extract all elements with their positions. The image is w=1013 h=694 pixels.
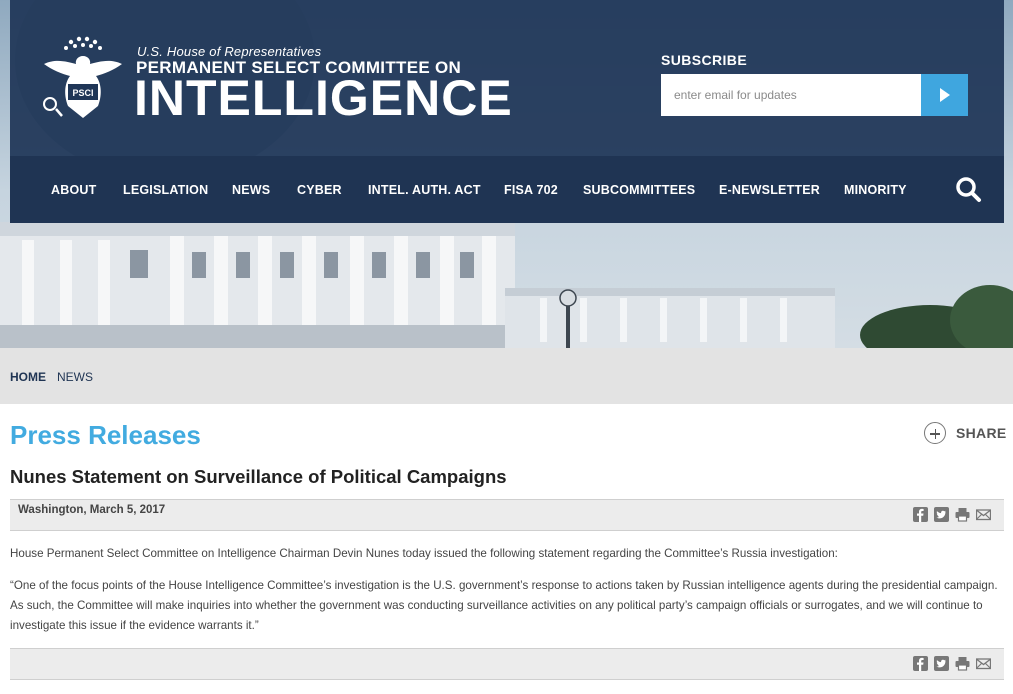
print-icon[interactable] — [955, 656, 970, 671]
share-tools-bottom — [913, 656, 991, 671]
breadcrumb — [0, 348, 1013, 404]
share-button[interactable]: SHARE — [924, 422, 1007, 444]
print-icon[interactable] — [955, 507, 970, 522]
nav-intel-auth-act[interactable]: INTEL. AUTH. ACT — [368, 183, 481, 197]
play-arrow-icon — [939, 88, 950, 102]
article-paragraph: House Permanent Select Committee on Inte… — [10, 547, 838, 560]
email-icon[interactable] — [976, 507, 991, 522]
article-footer-bar — [10, 648, 1004, 680]
nav-about[interactable]: ABOUT — [51, 183, 96, 197]
plus-circle-icon — [924, 422, 946, 444]
share-label: SHARE — [956, 425, 1007, 441]
nav-fisa-702[interactable]: FISA 702 — [504, 183, 558, 197]
nav-minority[interactable]: MINORITY — [844, 183, 907, 197]
facebook-icon[interactable] — [913, 656, 928, 671]
subscribe-submit-button[interactable] — [921, 74, 968, 116]
svg-text:PSCI: PSCI — [72, 88, 93, 98]
twitter-icon[interactable] — [934, 656, 949, 671]
nav-news[interactable]: NEWS — [232, 183, 270, 197]
nav-subcommittees[interactable]: SUBCOMMITTEES — [583, 183, 695, 197]
facebook-icon[interactable] — [913, 507, 928, 522]
house-of-representatives-label: U.S. House of Representatives — [137, 44, 322, 59]
email-icon[interactable] — [976, 656, 991, 671]
nav-e-newsletter[interactable]: E-NEWSLETTER — [719, 183, 820, 197]
share-tools-top — [913, 507, 991, 522]
article-title: Nunes Statement on Surveillance of Polit… — [10, 466, 507, 487]
house-intelligence-eagle-seal-icon[interactable]: PSCI — [38, 34, 128, 130]
twitter-icon[interactable] — [934, 507, 949, 522]
page-title: Press Releases — [10, 420, 201, 450]
dateline: Washington, March 5, 2017 — [18, 504, 166, 516]
subscribe-label: SUBSCRIBE — [661, 52, 748, 68]
subscribe-email-input[interactable] — [661, 74, 921, 116]
breadcrumb-home[interactable]: HOME — [10, 370, 46, 384]
search-icon[interactable] — [954, 175, 982, 203]
nav-legislation[interactable]: LEGISLATION — [123, 183, 208, 197]
article-paragraph: “One of the focus points of the House In… — [10, 579, 998, 632]
site-title[interactable]: INTELLIGENCE — [134, 70, 513, 126]
nav-cyber[interactable]: CYBER — [297, 183, 342, 197]
breadcrumb-news[interactable]: NEWS — [57, 370, 93, 384]
